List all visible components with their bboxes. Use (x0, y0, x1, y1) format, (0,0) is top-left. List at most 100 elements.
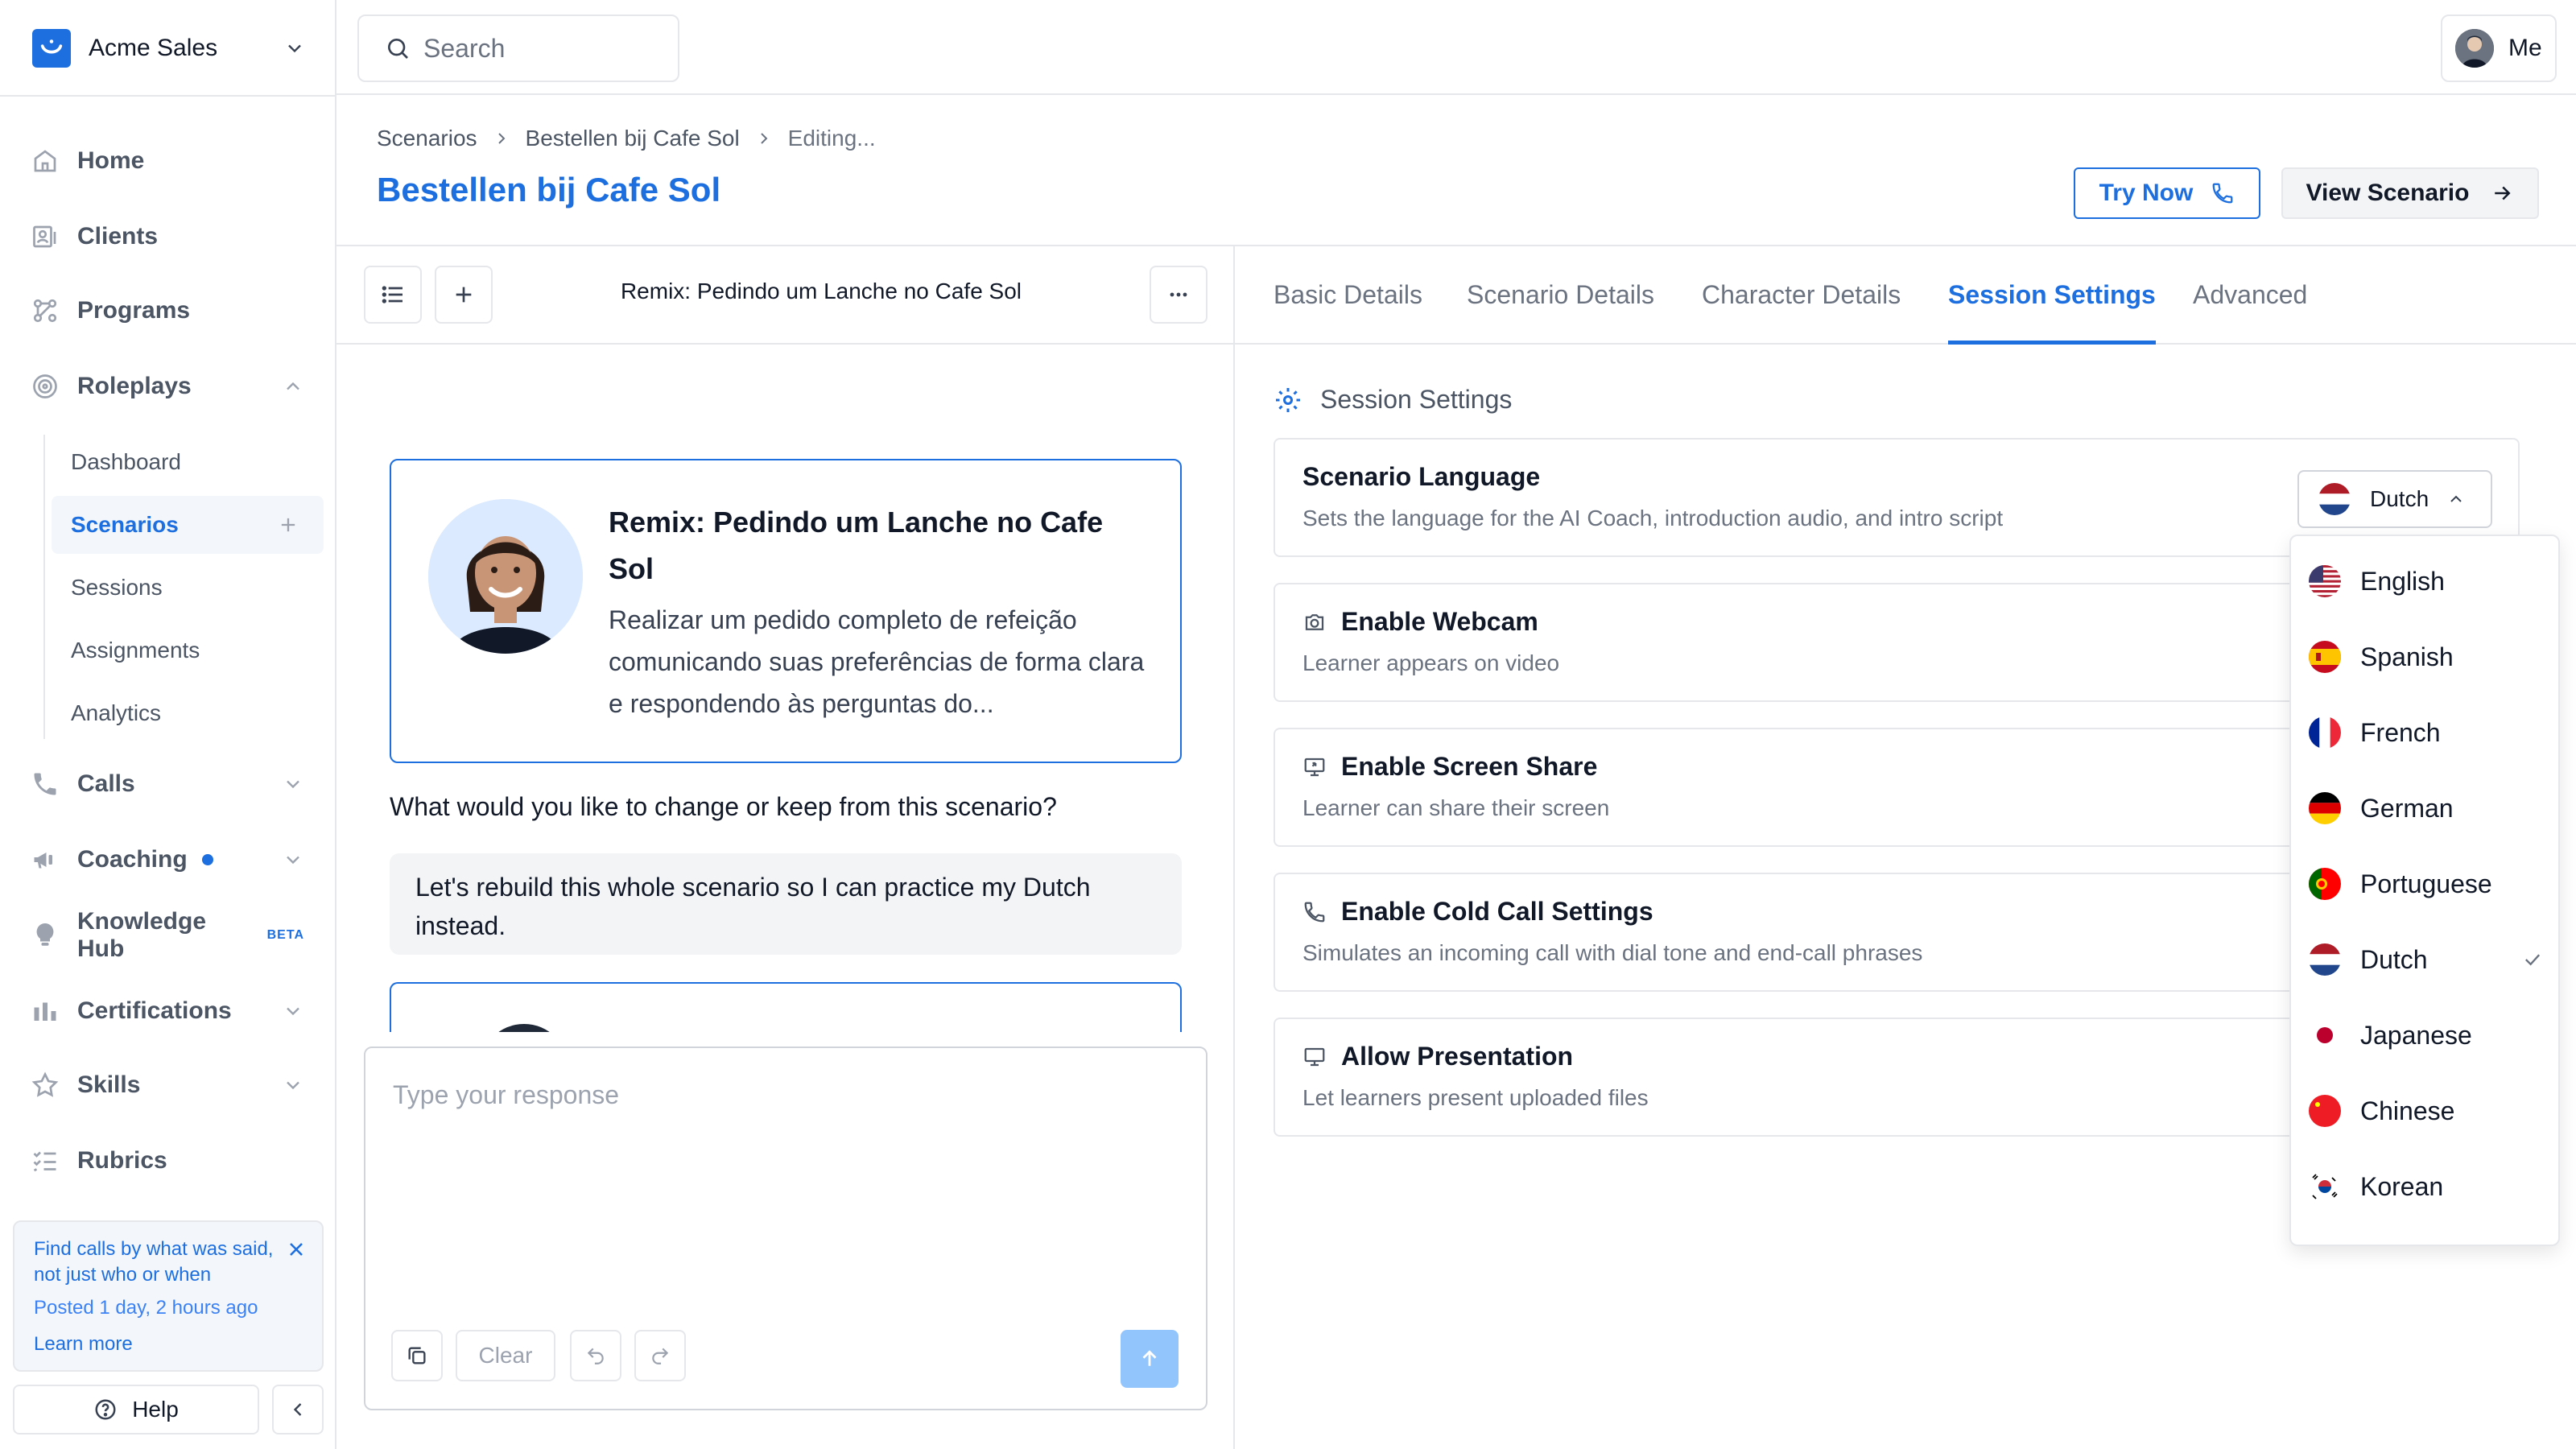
language-option-dutch[interactable]: Dutch (2309, 931, 2544, 989)
gear-icon (1274, 386, 1302, 415)
star-icon (31, 1071, 60, 1100)
camera-icon (1302, 610, 1327, 634)
tab-scenario-details[interactable]: Scenario Details (1467, 280, 1654, 345)
language-option-label: Japanese (2360, 1020, 2472, 1050)
chevron-down-icon (282, 1000, 304, 1022)
sub-item-sessions[interactable]: Sessions (52, 559, 324, 617)
tabs: Basic Details Scenario Details Character… (1235, 246, 2576, 345)
sidebar: Acme Sales Home Clients Programs Rolepla… (0, 0, 336, 1449)
programs-icon (31, 296, 60, 325)
clear-button[interactable]: Clear (456, 1330, 555, 1381)
breadcrumb-current: Editing... (787, 126, 876, 151)
setting-title: Enable Webcam (1341, 607, 1538, 636)
spain-flag-icon (2309, 641, 2341, 673)
presentation-icon (1302, 1045, 1327, 1069)
try-now-button[interactable]: Try Now (2074, 167, 2260, 219)
promo-posted: Posted 1 day, 2 hours ago (34, 1297, 258, 1319)
more-options-button[interactable] (1150, 266, 1208, 324)
language-option-german[interactable]: German (2309, 779, 2544, 837)
chevron-down-icon (283, 37, 306, 60)
language-option-label: Portuguese (2360, 869, 2492, 898)
lightbulb-icon (31, 921, 60, 950)
tab-basic-details[interactable]: Basic Details (1274, 280, 1422, 345)
copy-button[interactable] (391, 1330, 443, 1381)
breadcrumb-scenarios[interactable]: Scenarios (377, 126, 477, 151)
language-option-label: German (2360, 793, 2454, 823)
user-menu-button[interactable]: Me (2441, 14, 2557, 82)
breadcrumb: Scenarios Bestellen bij Cafe Sol Editing… (377, 122, 876, 155)
nav-knowledge-hub-label: Knowledge Hub (77, 908, 207, 962)
undo-icon (585, 1345, 606, 1366)
nav-skills[interactable]: Skills (31, 1063, 304, 1108)
close-icon[interactable] (285, 1238, 308, 1261)
setting-title: Enable Cold Call Settings (1341, 897, 1653, 926)
sub-item-dashboard[interactable]: Dashboard (52, 433, 324, 491)
nav-roleplays[interactable]: Roleplays (31, 364, 304, 409)
nav-rubrics[interactable]: Rubrics (31, 1138, 304, 1183)
language-option-french[interactable]: French (2309, 704, 2544, 762)
setting-description: Learner appears on video (1302, 650, 1560, 675)
composer[interactable]: Type your response Clear (364, 1046, 1208, 1410)
tab-character-details[interactable]: Character Details (1702, 280, 1901, 345)
search-icon (385, 35, 411, 61)
japan-flag-icon (2309, 1019, 2341, 1051)
setting-description: Let learners present uploaded files (1302, 1085, 1649, 1110)
nav-calls[interactable]: Calls (31, 762, 304, 807)
nav-knowledge-hub[interactable]: Knowledge Hub BETA (31, 908, 304, 962)
language-dropdown: English Spanish French German Portuguese… (2289, 535, 2560, 1246)
collapse-sidebar-button[interactable] (272, 1385, 324, 1435)
language-selected-value: Dutch (2370, 486, 2429, 511)
promo-learn-more-link[interactable]: Learn more (34, 1333, 303, 1356)
tab-session-settings[interactable]: Session Settings (1948, 280, 2156, 345)
home-icon (31, 147, 60, 175)
nav-certifications[interactable]: Certifications (31, 989, 304, 1034)
new-chat-button[interactable] (435, 266, 493, 324)
view-scenario-button[interactable]: View Scenario (2281, 167, 2539, 219)
language-option-korean[interactable]: Korean (2309, 1158, 2544, 1216)
language-select[interactable]: Dutch (2297, 470, 2492, 528)
target-icon (31, 372, 60, 401)
setting-title-row: Allow Presentation (1302, 1042, 1573, 1071)
tab-advanced[interactable]: Advanced (2193, 280, 2307, 345)
scenario-card-partial[interactable] (390, 982, 1182, 1032)
sub-item-assignments[interactable]: Assignments (52, 621, 324, 679)
help-label: Help (132, 1397, 179, 1422)
org-switcher[interactable]: Acme Sales (32, 27, 306, 69)
nav-coaching[interactable]: Coaching (31, 837, 304, 882)
help-button[interactable]: Help (13, 1385, 259, 1435)
check-icon (2521, 948, 2544, 971)
view-scenario-label: View Scenario (2306, 180, 2470, 206)
language-option-japanese[interactable]: Japanese (2309, 1006, 2544, 1064)
panel-divider (1233, 246, 1235, 1449)
language-option-chinese[interactable]: Chinese (2309, 1082, 2544, 1140)
add-scenario-icon[interactable] (277, 514, 299, 536)
chevron-right-icon (754, 129, 774, 148)
list-icon (380, 282, 406, 308)
megaphone-icon (31, 845, 60, 874)
list-view-button[interactable] (364, 266, 422, 324)
nav-clients[interactable]: Clients (31, 214, 304, 259)
sub-item-analytics[interactable]: Analytics (52, 684, 324, 742)
dutch-flag-icon (2318, 483, 2351, 515)
language-option-english[interactable]: English (2309, 552, 2544, 610)
scenario-card[interactable]: Remix: Pedindo um Lanche no Cafe Sol Rea… (390, 459, 1182, 763)
redo-button[interactable] (634, 1330, 686, 1381)
response-input[interactable]: Type your response (393, 1080, 619, 1110)
us-flag-icon (2309, 565, 2341, 597)
language-option-portuguese[interactable]: Portuguese (2309, 855, 2544, 913)
nav-programs[interactable]: Programs (31, 288, 304, 333)
korea-flag-icon (2309, 1170, 2341, 1203)
language-option-spanish[interactable]: Spanish (2309, 628, 2544, 686)
search-input[interactable]: Search (357, 14, 679, 82)
undo-button[interactable] (570, 1330, 621, 1381)
sub-item-scenarios[interactable]: Scenarios (52, 496, 324, 554)
nav-home[interactable]: Home (31, 138, 304, 184)
breadcrumb-scenario[interactable]: Bestellen bij Cafe Sol (526, 126, 740, 151)
send-button[interactable] (1121, 1330, 1179, 1388)
character-avatar (480, 1024, 568, 1032)
setting-description: Sets the language for the AI Coach, intr… (1302, 506, 2004, 530)
nav-roleplays-label: Roleplays (77, 373, 192, 399)
chevron-right-icon (492, 129, 511, 148)
nav-home-label: Home (77, 147, 145, 174)
sub-item-scenarios-label: Scenarios (71, 512, 179, 537)
